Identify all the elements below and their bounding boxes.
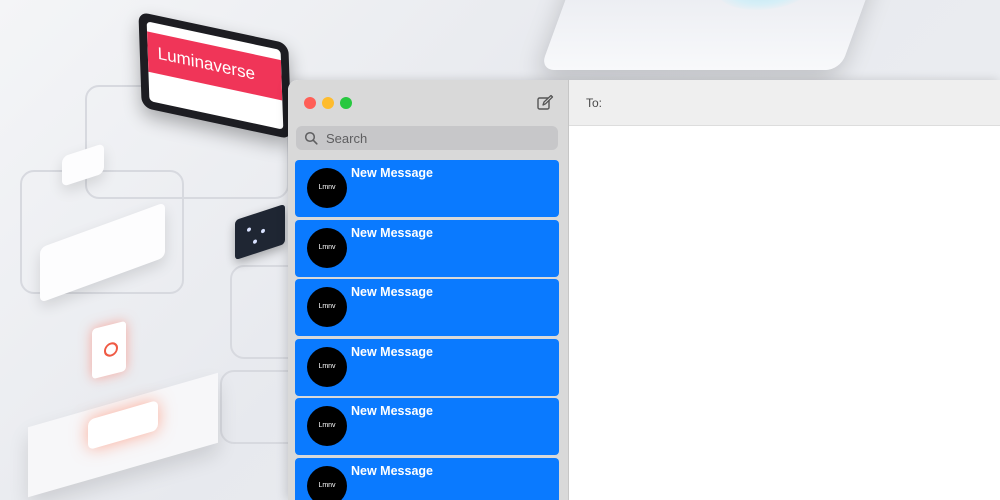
wallpaper-pad (28, 372, 218, 498)
search-input[interactable] (326, 126, 546, 150)
sidebar: Lmnv New Message Lmnv New Message Lmnv N… (288, 80, 569, 500)
wallpaper-dark-card (235, 203, 285, 261)
avatar: Lmnv (307, 465, 347, 500)
conversation-item[interactable]: Lmnv New Message (295, 160, 559, 217)
conversation-list: Lmnv New Message Lmnv New Message Lmnv N… (295, 160, 559, 500)
dark-card-dot (247, 226, 251, 233)
recipient-bar: To: (569, 80, 1000, 126)
badge-mark (104, 340, 118, 359)
pad-glow (88, 399, 158, 451)
avatar: Lmnv (307, 406, 347, 446)
conversation-title: New Message (351, 285, 433, 299)
conversation-title: New Message (351, 166, 433, 180)
zoom-button[interactable] (340, 97, 352, 109)
tablet-brand-text: Luminaverse (147, 31, 283, 101)
conversation-item[interactable]: Lmnv New Message (295, 398, 559, 455)
messages-window: Lmnv New Message Lmnv New Message Lmnv N… (288, 80, 1000, 500)
conversation-title: New Message (351, 225, 433, 240)
avatar: Lmnv (307, 346, 347, 387)
wallpaper-badge (92, 320, 126, 380)
compose-pane: To: (569, 80, 1000, 500)
dark-card-dot (261, 228, 265, 234)
wallpaper-glow (711, 0, 817, 10)
avatar: Lmnv (307, 287, 347, 327)
conversation-item[interactable]: Lmnv New Message (295, 279, 559, 336)
wallpaper-device (539, 0, 881, 70)
compose-icon[interactable] (536, 94, 554, 112)
search-field[interactable] (296, 126, 558, 150)
conversation-title: New Message (351, 463, 433, 478)
minimize-button[interactable] (322, 97, 334, 109)
recipient-input[interactable] (609, 91, 993, 115)
avatar: Lmnv (307, 168, 347, 208)
search-icon (304, 131, 318, 145)
close-button[interactable] (304, 97, 316, 109)
to-label: To: (586, 96, 603, 110)
dark-card-dot (253, 238, 257, 245)
conversation-title: New Message (351, 344, 433, 359)
conversation-item[interactable]: Lmnv New Message (295, 219, 559, 277)
conversation-title: New Message (351, 404, 433, 418)
conversation-item[interactable]: Lmnv New Message (295, 338, 559, 396)
avatar: Lmnv (307, 227, 347, 268)
conversation-item[interactable]: Lmnv New Message (295, 457, 559, 500)
